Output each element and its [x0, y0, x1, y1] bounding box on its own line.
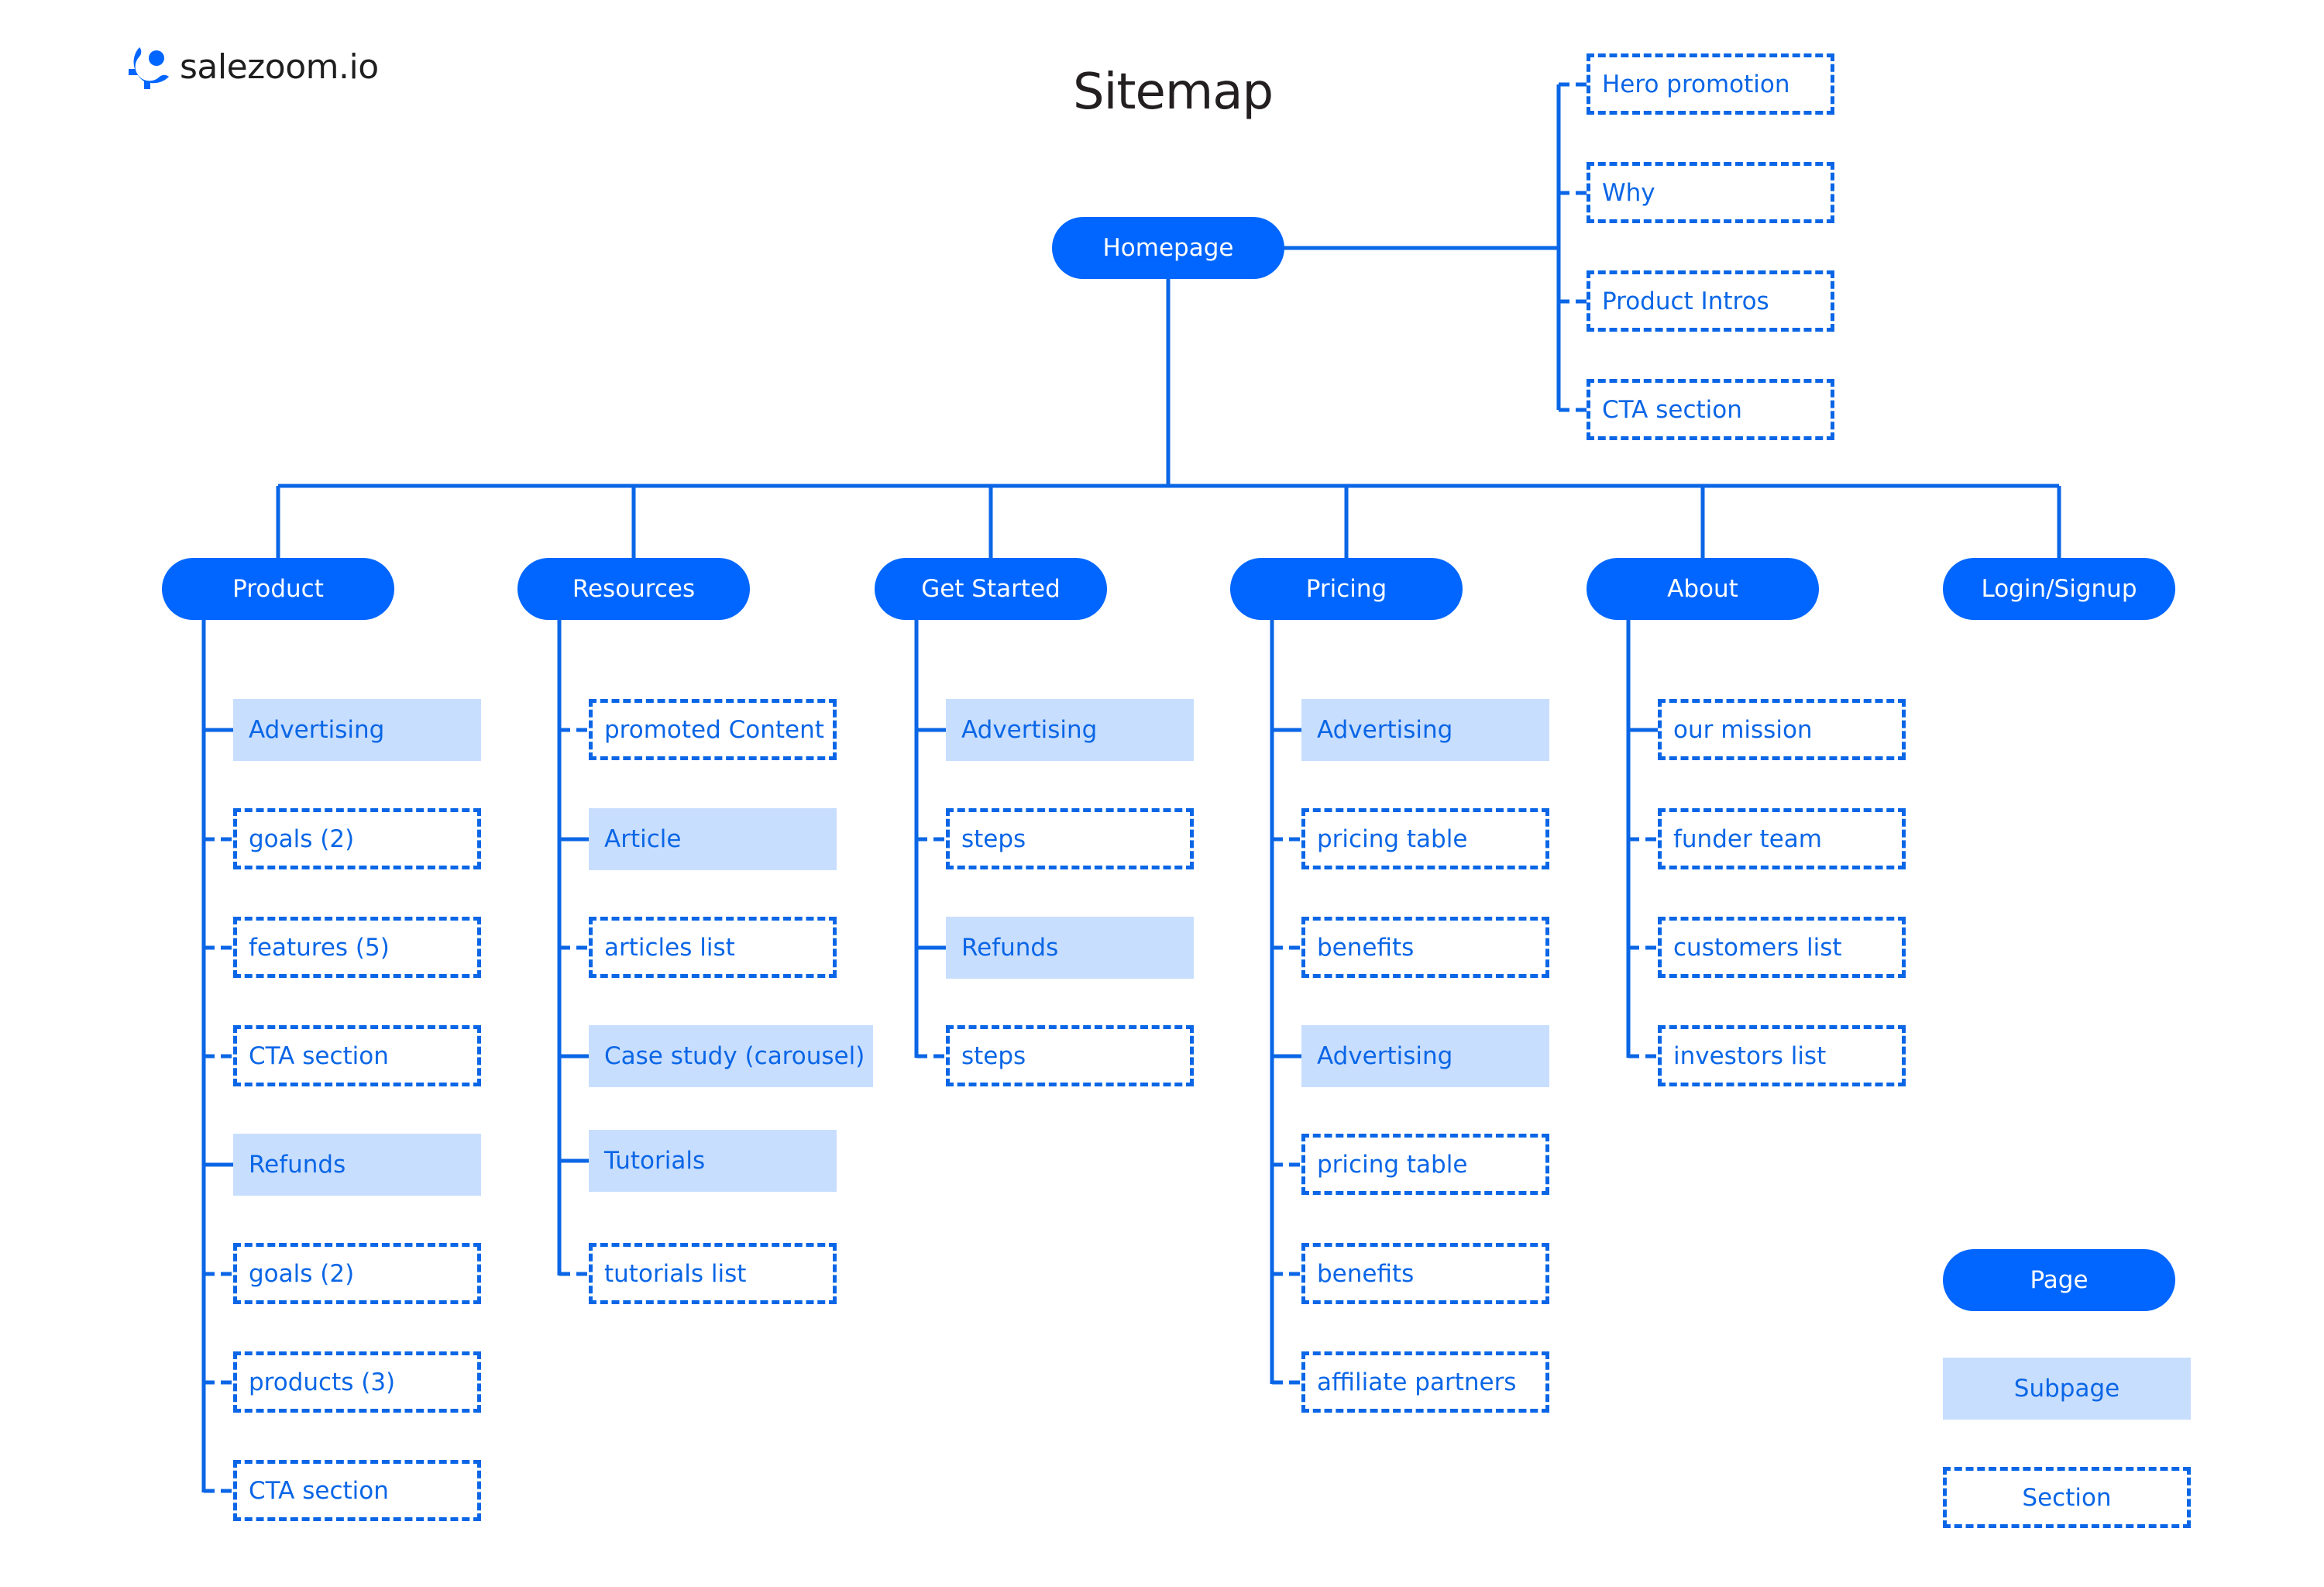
pricing-section-benefits[interactable]: benefits — [1301, 917, 1549, 978]
product-subpage-advertising[interactable]: Advertising — [233, 699, 481, 761]
sitemap-canvas: salezoom.io Sitemap Homepage Hero promot… — [0, 0, 2324, 1587]
homepage-section-why-label: Why — [1602, 178, 1655, 207]
product-section-cta-section-label: CTA section — [249, 1476, 389, 1505]
product-section-cta-section[interactable]: CTA section — [233, 1025, 481, 1086]
pricing-section-benefits-label: benefits — [1317, 1259, 1415, 1288]
resources-subpage-article[interactable]: Article — [589, 808, 837, 870]
brand-logo[interactable]: salezoom.io — [129, 43, 379, 90]
pricing-subpage-advertising-label: Advertising — [1317, 716, 1453, 744]
about-section-customers-list-label: customers list — [1673, 933, 1842, 962]
about-section-funder-team-label: funder team — [1673, 824, 1822, 853]
about-section-customers-list[interactable]: customers list — [1658, 917, 1906, 978]
homepage-section-product-intros[interactable]: Product Intros — [1587, 270, 1834, 332]
page-title: Sitemap — [1073, 64, 1274, 121]
get-started-section-steps-label: steps — [961, 1041, 1026, 1070]
legend-section-label: Section — [2022, 1483, 2112, 1512]
get-started-subpage-refunds[interactable]: Refunds — [946, 917, 1194, 979]
get-started-subpage-refunds-label: Refunds — [961, 934, 1059, 962]
page-product-label: Product — [232, 575, 324, 603]
about-section-our-mission-label: our mission — [1673, 715, 1813, 744]
resources-subpage-tutorials[interactable]: Tutorials — [589, 1130, 837, 1192]
legend-section: Section — [1943, 1467, 2191, 1528]
homepage-label: Homepage — [1102, 234, 1234, 262]
pricing-subpage-advertising-label: Advertising — [1317, 1042, 1453, 1070]
product-section-features-5-label: features (5) — [249, 933, 390, 962]
legend-subpage: Subpage — [1943, 1358, 2191, 1420]
product-section-goals-2-label: goals (2) — [249, 1259, 355, 1288]
product-subpage-refunds-label: Refunds — [249, 1151, 346, 1179]
homepage-section-cta-section[interactable]: CTA section — [1587, 379, 1834, 440]
get-started-section-steps[interactable]: steps — [946, 1025, 1194, 1086]
product-section-cta-section[interactable]: CTA section — [233, 1460, 481, 1521]
resources-section-tutorials-list-label: tutorials list — [604, 1259, 747, 1288]
product-subpage-advertising-label: Advertising — [249, 716, 385, 744]
pricing-subpage-advertising[interactable]: Advertising — [1301, 1025, 1549, 1087]
about-section-investors-list-label: investors list — [1673, 1041, 1827, 1070]
homepage-section-cta-section-label: CTA section — [1602, 395, 1742, 424]
get-started-section-steps-label: steps — [961, 824, 1026, 853]
resources-section-promoted-content-label: promoted Content — [604, 715, 824, 744]
product-section-features-5[interactable]: features (5) — [233, 917, 481, 978]
pricing-section-benefits[interactable]: benefits — [1301, 1243, 1549, 1304]
resources-section-articles-list-label: articles list — [604, 933, 735, 962]
homepage-section-hero-promotion[interactable]: Hero promotion — [1587, 53, 1834, 115]
legend-page: Page — [1943, 1249, 2175, 1311]
page-product[interactable]: Product — [162, 558, 394, 620]
legend-page-label: Page — [2030, 1266, 2089, 1294]
page-get-started[interactable]: Get Started — [875, 558, 1107, 620]
homepage-section-product-intros-label: Product Intros — [1602, 287, 1769, 315]
product-section-goals-2[interactable]: goals (2) — [233, 808, 481, 869]
product-section-products-3-label: products (3) — [249, 1368, 396, 1396]
page-pricing[interactable]: Pricing — [1230, 558, 1463, 620]
page-pricing-label: Pricing — [1305, 575, 1387, 603]
resources-section-promoted-content[interactable]: promoted Content — [589, 699, 837, 760]
product-subpage-refunds[interactable]: Refunds — [233, 1134, 481, 1196]
product-section-cta-section-label: CTA section — [249, 1041, 389, 1070]
pricing-section-affiliate-partners[interactable]: affiliate partners — [1301, 1351, 1549, 1413]
page-about-label: About — [1667, 575, 1738, 603]
about-section-investors-list[interactable]: investors list — [1658, 1025, 1906, 1086]
get-started-section-steps[interactable]: steps — [946, 808, 1194, 869]
resources-subpage-article-label: Article — [604, 825, 682, 853]
about-section-funder-team[interactable]: funder team — [1658, 808, 1906, 869]
pricing-section-affiliate-partners-label: affiliate partners — [1317, 1368, 1517, 1396]
resources-subpage-tutorials-label: Tutorials — [604, 1147, 706, 1175]
pricing-section-pricing-table-label: pricing table — [1317, 1150, 1468, 1179]
salezoom-logo-icon — [129, 47, 169, 89]
pricing-subpage-advertising[interactable]: Advertising — [1301, 699, 1549, 761]
resources-subpage-case-study-carousel-label: Case study (carousel) — [604, 1042, 865, 1070]
pricing-section-pricing-table-label: pricing table — [1317, 824, 1468, 853]
page-login-signup-label: Login/Signup — [1981, 575, 2137, 603]
page-login-signup[interactable]: Login/Signup — [1943, 558, 2175, 620]
homepage-section-why[interactable]: Why — [1587, 162, 1834, 223]
product-section-goals-2[interactable]: goals (2) — [233, 1243, 481, 1304]
brand-name: salezoom.io — [180, 46, 379, 87]
homepage-node[interactable]: Homepage — [1052, 217, 1284, 279]
resources-subpage-case-study-carousel[interactable]: Case study (carousel) — [589, 1025, 873, 1087]
page-get-started-label: Get Started — [921, 575, 1061, 603]
get-started-subpage-advertising-label: Advertising — [961, 716, 1098, 744]
homepage-section-hero-promotion-label: Hero promotion — [1602, 70, 1790, 98]
resources-section-tutorials-list[interactable]: tutorials list — [589, 1243, 837, 1304]
get-started-subpage-advertising[interactable]: Advertising — [946, 699, 1194, 761]
about-section-our-mission[interactable]: our mission — [1658, 699, 1906, 760]
resources-section-articles-list[interactable]: articles list — [589, 917, 837, 978]
pricing-section-benefits-label: benefits — [1317, 933, 1415, 962]
product-section-products-3[interactable]: products (3) — [233, 1351, 481, 1413]
pricing-section-pricing-table[interactable]: pricing table — [1301, 1134, 1549, 1195]
page-about[interactable]: About — [1587, 558, 1819, 620]
product-section-goals-2-label: goals (2) — [249, 824, 355, 853]
legend-subpage-label: Subpage — [2013, 1375, 2120, 1403]
pricing-section-pricing-table[interactable]: pricing table — [1301, 808, 1549, 869]
page-resources-label: Resources — [572, 575, 696, 603]
page-resources[interactable]: Resources — [517, 558, 750, 620]
